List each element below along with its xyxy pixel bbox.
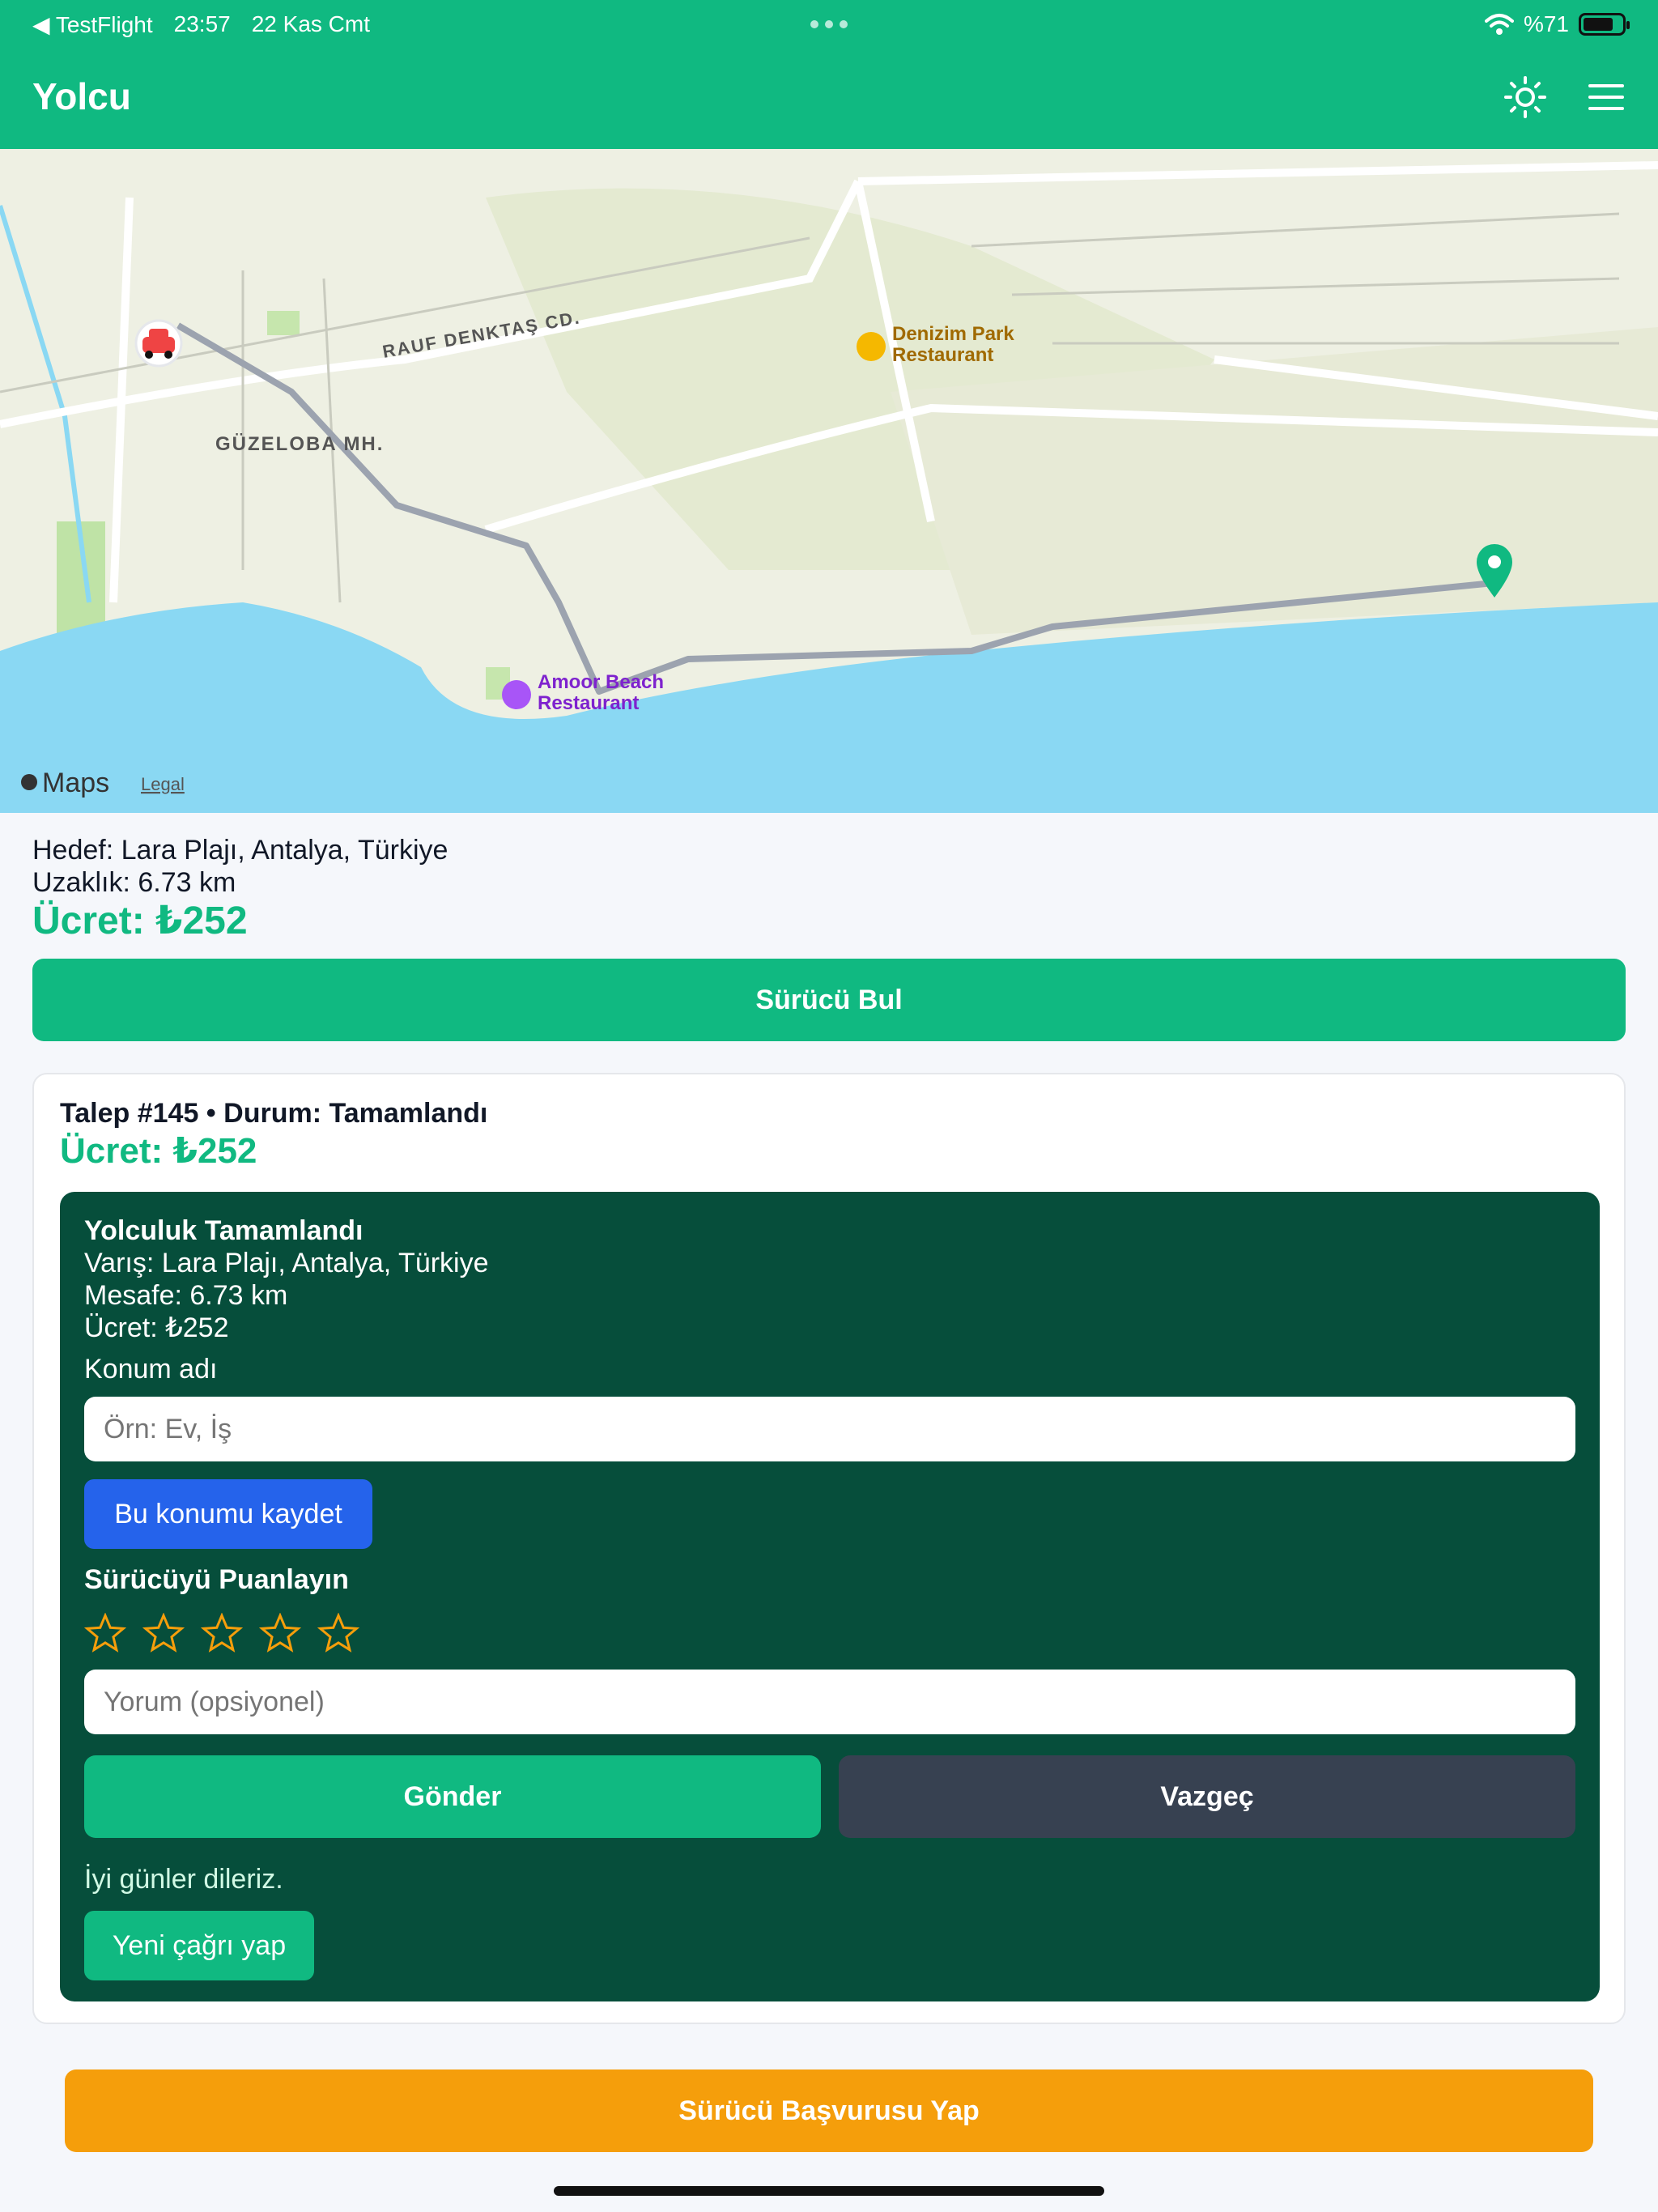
poi-label: Amoor Beach — [538, 671, 664, 693]
status-date: 22 Kas Cmt — [251, 11, 370, 36]
star-icon[interactable] — [142, 1613, 185, 1653]
trip-info: Hedef: Lara Plajı, Antalya, Türkiye Uzak… — [32, 834, 448, 944]
cancel-button[interactable]: Vazgeç — [839, 1755, 1575, 1838]
multitask-dots[interactable] — [810, 20, 848, 28]
poi-label: Restaurant — [892, 344, 993, 366]
beach-icon[interactable] — [502, 680, 531, 709]
trip-completed-panel: Yolculuk Tamamlandı Varış: Lara Plajı, A… — [60, 1192, 1600, 2001]
star-icon[interactable] — [201, 1613, 243, 1653]
legal-link[interactable]: Legal — [141, 774, 185, 794]
home-indicator[interactable] — [554, 2186, 1104, 2196]
star-icon[interactable] — [84, 1613, 126, 1653]
svg-text:Maps: Maps — [42, 768, 109, 798]
app-header: ◀ TestFlight 23:57 22 Kas Cmt %71 Yolcu — [0, 0, 1658, 149]
map-view[interactable]: RAUF DENKTAŞ CD. GÜZELOBA MH. Denizim Pa… — [0, 149, 1658, 813]
comment-input[interactable] — [84, 1670, 1575, 1734]
driver-application-button[interactable]: Sürücü Başvurusu Yap — [65, 2069, 1593, 2152]
map-canvas: RAUF DENKTAŞ CD. GÜZELOBA MH. Denizim Pa… — [0, 149, 1658, 813]
wifi-icon — [1484, 14, 1514, 35]
distance-text: Mesafe: 6.73 km — [84, 1280, 288, 1311]
star-rating — [84, 1613, 359, 1653]
status-bar: ◀ TestFlight 23:57 22 Kas Cmt %71 — [32, 8, 1630, 40]
completed-heading: Yolculuk Tamamlandı — [84, 1215, 363, 1246]
destination-text: Hedef: Lara Plajı, Antalya, Türkiye — [32, 835, 449, 866]
page-title: Yolcu — [32, 75, 131, 117]
request-title: Talep #145 • Durum: Tamamlandı — [60, 1098, 488, 1129]
star-icon[interactable] — [259, 1613, 301, 1653]
distance-text: Uzaklık: 6.73 km — [32, 867, 236, 898]
fare-text: Ücret: ₺252 — [84, 1312, 229, 1343]
request-card: Talep #145 • Durum: Tamamlandı Ücret: ₺2… — [32, 1073, 1626, 2024]
back-to-app[interactable]: ◀ TestFlight — [32, 11, 153, 38]
district-label: GÜZELOBA MH. — [215, 433, 384, 455]
location-name-input[interactable] — [84, 1397, 1575, 1461]
restaurant-icon[interactable] — [857, 332, 886, 361]
status-time: 23:57 — [173, 11, 231, 36]
save-location-button[interactable]: Bu konumu kaydet — [84, 1479, 372, 1549]
sun-icon[interactable] — [1503, 74, 1548, 120]
car-marker-icon[interactable] — [134, 319, 183, 368]
location-name-label: Konum adı — [84, 1354, 218, 1385]
arrival-text: Varış: Lara Plajı, Antalya, Türkiye — [84, 1248, 489, 1278]
battery-icon — [1579, 13, 1630, 36]
hamburger-menu-icon[interactable] — [1587, 81, 1626, 113]
fare-text: Ücret: ₺252 — [32, 900, 248, 942]
battery-percent: %71 — [1523, 11, 1569, 36]
poi-label: Restaurant — [538, 692, 639, 714]
rate-driver-label: Sürücüyü Puanlayın — [84, 1564, 349, 1595]
find-driver-button[interactable]: Sürücü Bul — [32, 959, 1626, 1041]
back-app-label: TestFlight — [55, 11, 153, 37]
goodbye-text: İyi günler dileriz. — [84, 1864, 283, 1895]
poi-label: Denizim Park — [892, 323, 1014, 345]
send-button[interactable]: Gönder — [84, 1755, 821, 1838]
new-call-button[interactable]: Yeni çağrı yap — [84, 1911, 314, 1980]
star-icon[interactable] — [317, 1613, 359, 1653]
request-fare: Ücret: ₺252 — [60, 1131, 257, 1171]
